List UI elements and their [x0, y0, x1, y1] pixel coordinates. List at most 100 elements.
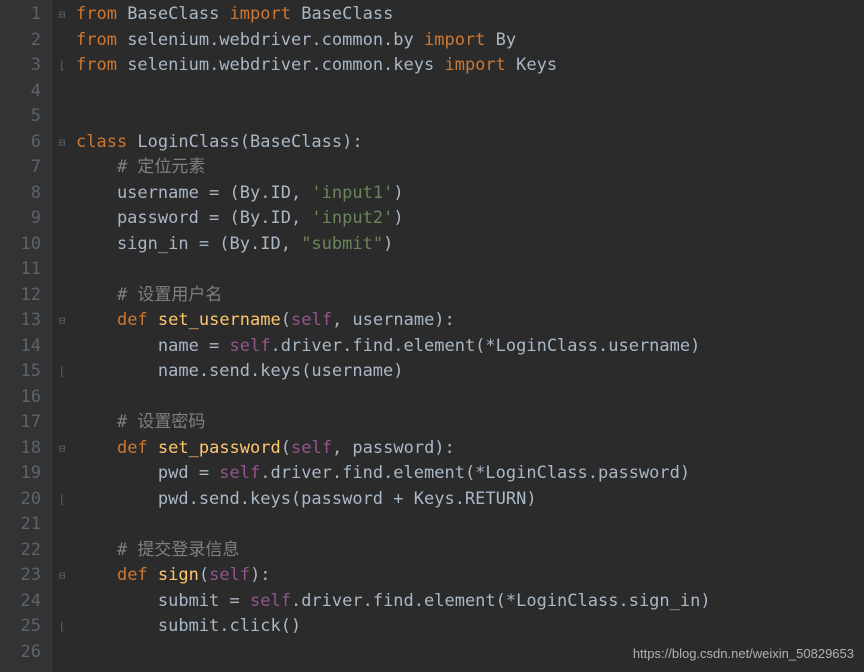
code-token: username): — [352, 310, 454, 330]
line-number[interactable]: 16 — [0, 385, 51, 411]
line-number[interactable]: 25 — [0, 614, 51, 640]
code-line[interactable]: # 设置用户名 — [76, 283, 864, 309]
code-line[interactable]: from selenium.webdriver.common.keys impo… — [76, 53, 864, 79]
fold-spacer — [52, 283, 72, 309]
fold-open-icon[interactable]: ⊟ — [52, 436, 72, 462]
code-line[interactable]: username = (By.ID, 'input1') — [76, 181, 864, 207]
fold-close-icon[interactable]: ⌊ — [52, 53, 72, 79]
code-line[interactable]: # 提交登录信息 — [76, 538, 864, 564]
line-number[interactable]: 2 — [0, 28, 51, 54]
line-number[interactable]: 9 — [0, 206, 51, 232]
code-token: By — [496, 30, 516, 50]
line-number[interactable]: 4 — [0, 79, 51, 105]
code-token: , — [332, 310, 352, 330]
line-number[interactable]: 24 — [0, 589, 51, 615]
line-number[interactable]: 23 — [0, 563, 51, 589]
code-token: self — [219, 463, 260, 483]
line-number[interactable]: 20 — [0, 487, 51, 513]
code-token: Keys — [516, 55, 557, 75]
fold-spacer — [52, 28, 72, 54]
code-token: pwd.send.keys(password + Keys.RETURN) — [76, 489, 537, 509]
line-number[interactable]: 12 — [0, 283, 51, 309]
code-line[interactable] — [76, 79, 864, 105]
line-number[interactable]: 7 — [0, 155, 51, 181]
code-token: ( — [199, 565, 209, 585]
code-line[interactable]: def sign(self): — [76, 563, 864, 589]
code-line[interactable]: pwd.send.keys(password + Keys.RETURN) — [76, 487, 864, 513]
code-line[interactable]: name.send.keys(username) — [76, 359, 864, 385]
fold-spacer — [52, 385, 72, 411]
line-number[interactable]: 14 — [0, 334, 51, 360]
code-token: name = — [76, 336, 230, 356]
fold-spacer — [52, 206, 72, 232]
code-token: class — [76, 132, 137, 152]
code-line[interactable]: # 定位元素 — [76, 155, 864, 181]
line-number[interactable]: 1 — [0, 2, 51, 28]
fold-gutter[interactable]: ⊟ ⌊ ⊟ ⊟ ⌊ ⊟ ⌊ ⊟ ⌊ — [52, 0, 72, 672]
fold-spacer — [52, 257, 72, 283]
line-number[interactable]: 8 — [0, 181, 51, 207]
code-token: from — [76, 4, 127, 24]
code-token — [76, 310, 117, 330]
code-line[interactable]: from BaseClass import BaseClass — [76, 2, 864, 28]
code-line[interactable]: def set_password(self, password): — [76, 436, 864, 462]
code-token: import — [444, 55, 516, 75]
code-line[interactable]: submit.click() — [76, 614, 864, 640]
line-number[interactable]: 15 — [0, 359, 51, 385]
fold-open-icon[interactable]: ⊟ — [52, 2, 72, 28]
fold-open-icon[interactable]: ⊟ — [52, 308, 72, 334]
code-line[interactable]: from selenium.webdriver.common.by import… — [76, 28, 864, 54]
code-line[interactable] — [76, 512, 864, 538]
code-token — [76, 540, 117, 560]
code-token: submit = — [76, 591, 250, 611]
code-area[interactable]: from BaseClass import BaseClassfrom sele… — [72, 0, 864, 672]
line-number[interactable]: 17 — [0, 410, 51, 436]
code-token: , — [332, 438, 352, 458]
code-token: name.send.keys(username) — [76, 361, 404, 381]
line-number[interactable]: 26 — [0, 640, 51, 666]
code-token: ) — [393, 183, 403, 203]
code-line[interactable]: submit = self.driver.find.element(*Login… — [76, 589, 864, 615]
code-line[interactable]: class LoginClass(BaseClass): — [76, 130, 864, 156]
fold-open-icon[interactable]: ⊟ — [52, 563, 72, 589]
code-line[interactable] — [76, 385, 864, 411]
line-number[interactable]: 11 — [0, 257, 51, 283]
code-line[interactable]: name = self.driver.find.element(*LoginCl… — [76, 334, 864, 360]
fold-spacer — [52, 79, 72, 105]
code-line[interactable]: def set_username(self, username): — [76, 308, 864, 334]
line-number[interactable]: 22 — [0, 538, 51, 564]
fold-close-icon[interactable]: ⌊ — [52, 487, 72, 513]
line-number[interactable]: 18 — [0, 436, 51, 462]
line-number-gutter[interactable]: 1234567891011121314151617181920212223242… — [0, 0, 52, 672]
line-number[interactable]: 21 — [0, 512, 51, 538]
code-editor: 1234567891011121314151617181920212223242… — [0, 0, 864, 672]
line-number[interactable]: 19 — [0, 461, 51, 487]
code-token: def — [117, 310, 158, 330]
code-token — [76, 285, 117, 305]
fold-spacer — [52, 538, 72, 564]
fold-spacer — [52, 334, 72, 360]
line-number[interactable]: 6 — [0, 130, 51, 156]
code-line[interactable]: password = (By.ID, 'input2') — [76, 206, 864, 232]
line-number[interactable]: 10 — [0, 232, 51, 258]
code-line[interactable]: # 设置密码 — [76, 410, 864, 436]
fold-close-icon[interactable]: ⌊ — [52, 359, 72, 385]
line-number[interactable]: 5 — [0, 104, 51, 130]
line-number[interactable]: 13 — [0, 308, 51, 334]
fold-open-icon[interactable]: ⊟ — [52, 130, 72, 156]
code-token: ): — [250, 565, 270, 585]
code-token: from — [76, 55, 127, 75]
code-token — [76, 412, 117, 432]
code-token: ) — [383, 234, 393, 254]
code-token: sign_in = (By.ID — [76, 234, 281, 254]
code-line[interactable]: sign_in = (By.ID, "submit") — [76, 232, 864, 258]
fold-spacer — [52, 461, 72, 487]
code-line[interactable] — [76, 104, 864, 130]
code-token: submit.click() — [76, 616, 301, 636]
fold-close-icon[interactable]: ⌊ — [52, 614, 72, 640]
code-line[interactable]: pwd = self.driver.find.element(*LoginCla… — [76, 461, 864, 487]
fold-spacer — [52, 410, 72, 436]
code-line[interactable] — [76, 257, 864, 283]
line-number[interactable]: 3 — [0, 53, 51, 79]
code-token: .driver.find.element(*LoginClass.passwor… — [260, 463, 690, 483]
